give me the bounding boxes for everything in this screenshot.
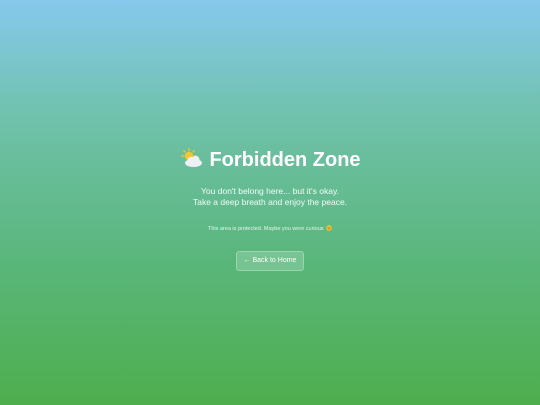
forbidden-zone-panel: Forbidden Zone You don't belong here... … (0, 146, 540, 271)
back-to-home-button[interactable]: ← Back to Home (235, 251, 305, 271)
protected-note: This area is protected. Maybe you were c… (0, 225, 540, 233)
page-title: Forbidden Zone (0, 146, 540, 174)
message-line-1: You don't belong here... but it's okay. (201, 186, 339, 196)
message: You don't belong here... but it's okay. … (0, 186, 540, 208)
smiling-face-icon (326, 225, 332, 231)
sun-behind-cloud-icon (179, 148, 203, 168)
page-title-text: Forbidden Zone (209, 149, 361, 171)
protected-note-text: This area is protected. Maybe you were c… (207, 226, 324, 232)
message-line-2: Take a deep breath and enjoy the peace. (192, 197, 348, 207)
